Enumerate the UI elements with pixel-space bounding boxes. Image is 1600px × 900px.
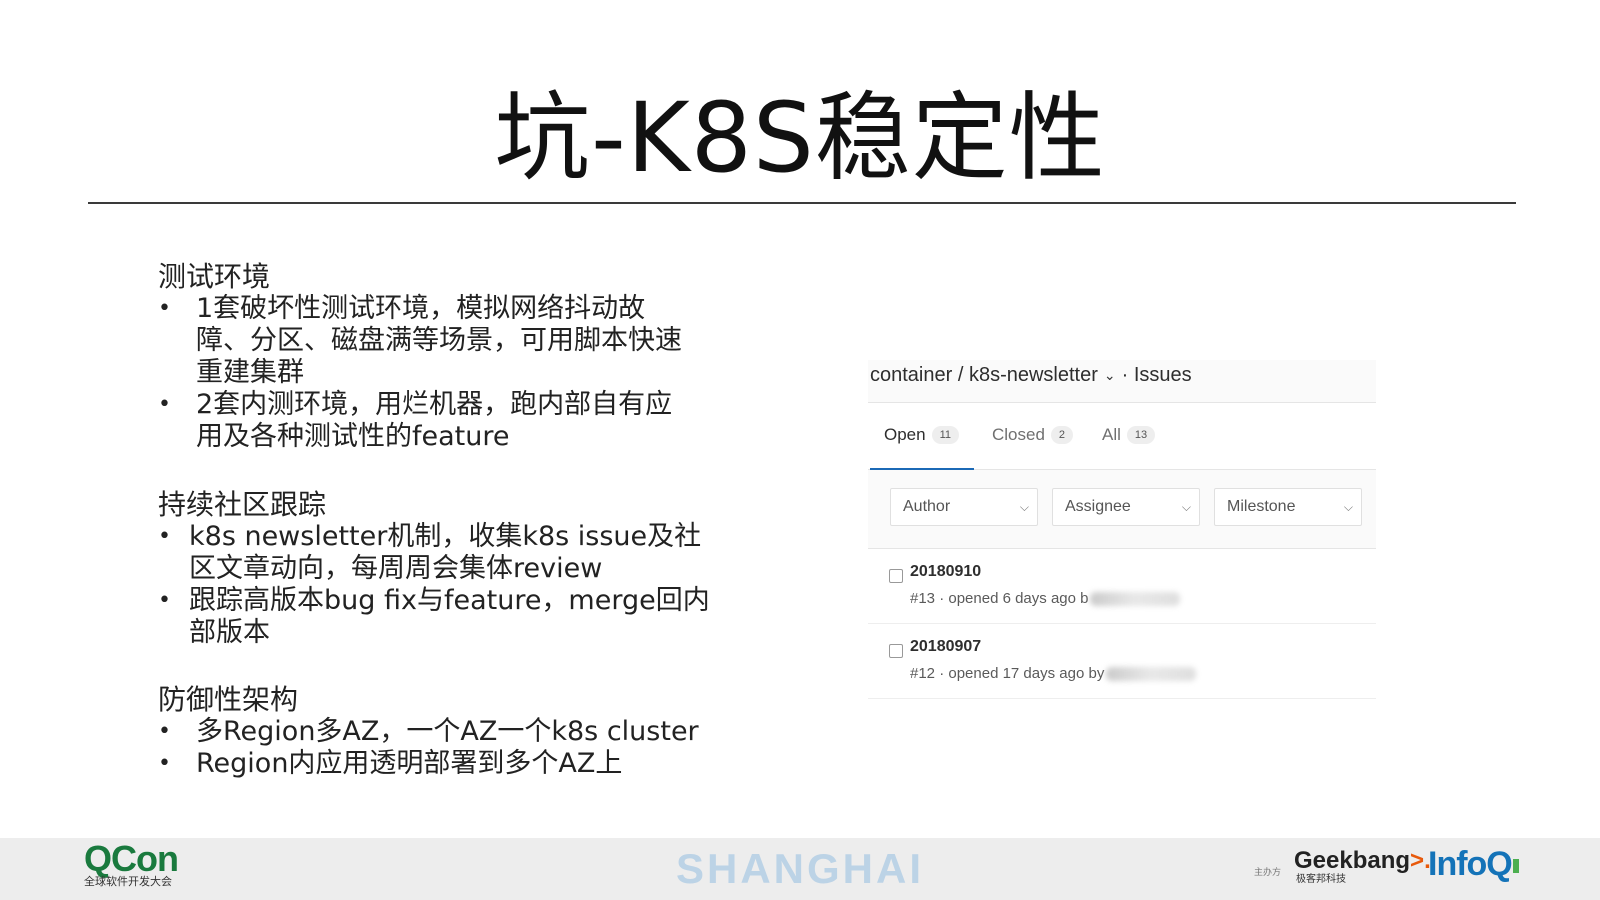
dropdown-label: Milestone: [1227, 498, 1296, 515]
tab-label: Closed: [992, 425, 1045, 444]
issues-panel: container / k8s-newsletter ⌄ · Issues Op…: [868, 360, 1376, 700]
issue-meta-text: #13 · opened 6 days ago b: [910, 590, 1089, 607]
section-community-tracking: 持续社区跟踪 • k8s newsletter机制，收集k8s issue及社 …: [158, 489, 718, 649]
tab-open[interactable]: Open 11: [884, 403, 960, 467]
slide-footer: QCon 全球软件开发大会 SHANGHAI 主办方 Geekbang>. 极客…: [0, 838, 1600, 900]
bullet-list: • 1套破坏性测试环境，模拟网络抖动故 障、分区、磁盘满等场景，可用脚本快速 重…: [158, 293, 718, 453]
bullet-item: • 1套破坏性测试环境，模拟网络抖动故 障、分区、磁盘满等场景，可用脚本快速 重…: [158, 293, 718, 389]
bullet-line: 障、分区、磁盘满等场景，可用脚本快速: [196, 325, 682, 356]
bullet-dot: •: [158, 719, 171, 744]
issue-meta: #13 · opened 6 days ago b: [910, 590, 1181, 607]
tab-all[interactable]: All 13: [1102, 403, 1156, 467]
issue-meta-text: #12 · opened 17 days ago by: [910, 665, 1105, 682]
assignee-filter-dropdown[interactable]: Assignee ⌵: [1052, 488, 1200, 526]
bullet-line: 区文章动向，每周周会集体review: [189, 553, 603, 584]
bullet-dot: •: [158, 392, 171, 417]
geekbang-wordmark: Geekbang: [1294, 847, 1411, 874]
count-badge: 2: [1050, 426, 1074, 444]
count-badge: 11: [931, 426, 960, 444]
issue-title-link[interactable]: 20180907: [910, 638, 981, 656]
section-heading: 持续社区跟踪: [158, 488, 327, 521]
bullet-line: 跟踪高版本bug fix与feature，merge回内: [189, 585, 710, 616]
section-heading: 防御性架构: [158, 683, 299, 716]
bullet-item: • k8s newsletter机制，收集k8s issue及社 区文章动向，每…: [158, 521, 718, 585]
issue-title-link[interactable]: 20180910: [910, 563, 981, 581]
infoq-wordmark: InfoQ: [1428, 845, 1513, 883]
bullet-dot: •: [158, 751, 171, 776]
chevron-down-icon[interactable]: ⌄: [1104, 360, 1116, 390]
slide-title: 坑-K8S稳定性: [494, 82, 1106, 194]
bullet-list: • k8s newsletter机制，收集k8s issue及社 区文章动向，每…: [158, 521, 718, 649]
bullet-line: 重建集群: [196, 357, 304, 388]
geekbang-subtitle: 极客邦科技: [1296, 874, 1346, 885]
breadcrumb: container / k8s-newsletter ⌄ · Issues: [868, 360, 1376, 403]
geekbang-logo: Geekbang>. 极客邦科技: [1294, 848, 1431, 886]
tab-closed[interactable]: Closed 2: [992, 403, 1074, 467]
dropdown-label: Author: [903, 498, 951, 515]
issue-checkbox[interactable]: [889, 569, 903, 583]
infoq-logo: InfoQ: [1428, 844, 1519, 884]
milestone-filter-dropdown[interactable]: Milestone ⌵: [1214, 488, 1362, 526]
bullet-line: 用及各种测试性的feature: [196, 421, 510, 452]
section-defensive-architecture: 防御性架构 • 多Region多AZ，一个AZ一个k8s cluster • R…: [158, 684, 718, 780]
dropdown-label: Assignee: [1065, 498, 1131, 515]
title-divider: [88, 202, 1516, 204]
bullet-item: • 跟踪高版本bug fix与feature，merge回内 部版本: [158, 585, 718, 649]
bullet-line: 2套内测环境，用烂机器，跑内部自有应: [196, 389, 673, 420]
tab-label: All: [1102, 425, 1121, 444]
bullet-line: 1套破坏性测试环境，模拟网络抖动故: [196, 293, 646, 324]
author-filter-dropdown[interactable]: Author ⌵: [890, 488, 1038, 526]
breadcrumb-project-link[interactable]: container / k8s-newsletter: [870, 360, 1098, 390]
tab-label: Open: [884, 425, 926, 444]
infoq-accent-icon: [1512, 859, 1519, 874]
chevron-down-icon: ⌵: [1343, 500, 1353, 514]
chevron-down-icon: ⌵: [1181, 500, 1191, 514]
bullet-item: • 多Region多AZ，一个AZ一个k8s cluster: [158, 716, 718, 748]
bullet-item: • Region内应用透明部署到多个AZ上: [158, 748, 718, 780]
bullet-line: 部版本: [189, 617, 270, 648]
bullet-dot: •: [158, 296, 171, 321]
section-test-environment: 测试环境 • 1套破坏性测试环境，模拟网络抖动故 障、分区、磁盘满等场景，可用脚…: [158, 261, 718, 453]
bullet-dot: •: [158, 588, 171, 613]
filter-bar: Author ⌵ Assignee ⌵ Milestone ⌵: [868, 470, 1376, 549]
bullet-dot: •: [158, 524, 171, 549]
organizer-label: 主办方: [1254, 868, 1282, 878]
count-badge: 13: [1126, 426, 1156, 444]
bullet-line: k8s newsletter机制，收集k8s issue及社: [189, 521, 702, 552]
bullet-line: Region内应用透明部署到多个AZ上: [196, 748, 623, 779]
breadcrumb-issues[interactable]: · Issues: [1122, 360, 1192, 390]
issue-row: 20180907 #12 · opened 17 days ago by: [868, 624, 1376, 699]
section-heading: 测试环境: [158, 260, 271, 293]
chevron-down-icon: ⌵: [1019, 500, 1029, 514]
bullet-item: • 2套内测环境，用烂机器，跑内部自有应 用及各种测试性的feature: [158, 389, 718, 453]
issue-checkbox[interactable]: [889, 644, 903, 658]
issue-meta: #12 · opened 17 days ago by: [910, 665, 1197, 682]
bullet-line: 多Region多AZ，一个AZ一个k8s cluster: [196, 716, 699, 747]
issue-state-tabs: Open 11 Closed 2 All 13: [868, 403, 1376, 470]
blurred-author: [1106, 667, 1197, 682]
issue-row: 20180910 #13 · opened 6 days ago b: [868, 549, 1376, 624]
bullet-list: • 多Region多AZ，一个AZ一个k8s cluster • Region内…: [158, 716, 718, 780]
blurred-author: [1090, 592, 1181, 607]
